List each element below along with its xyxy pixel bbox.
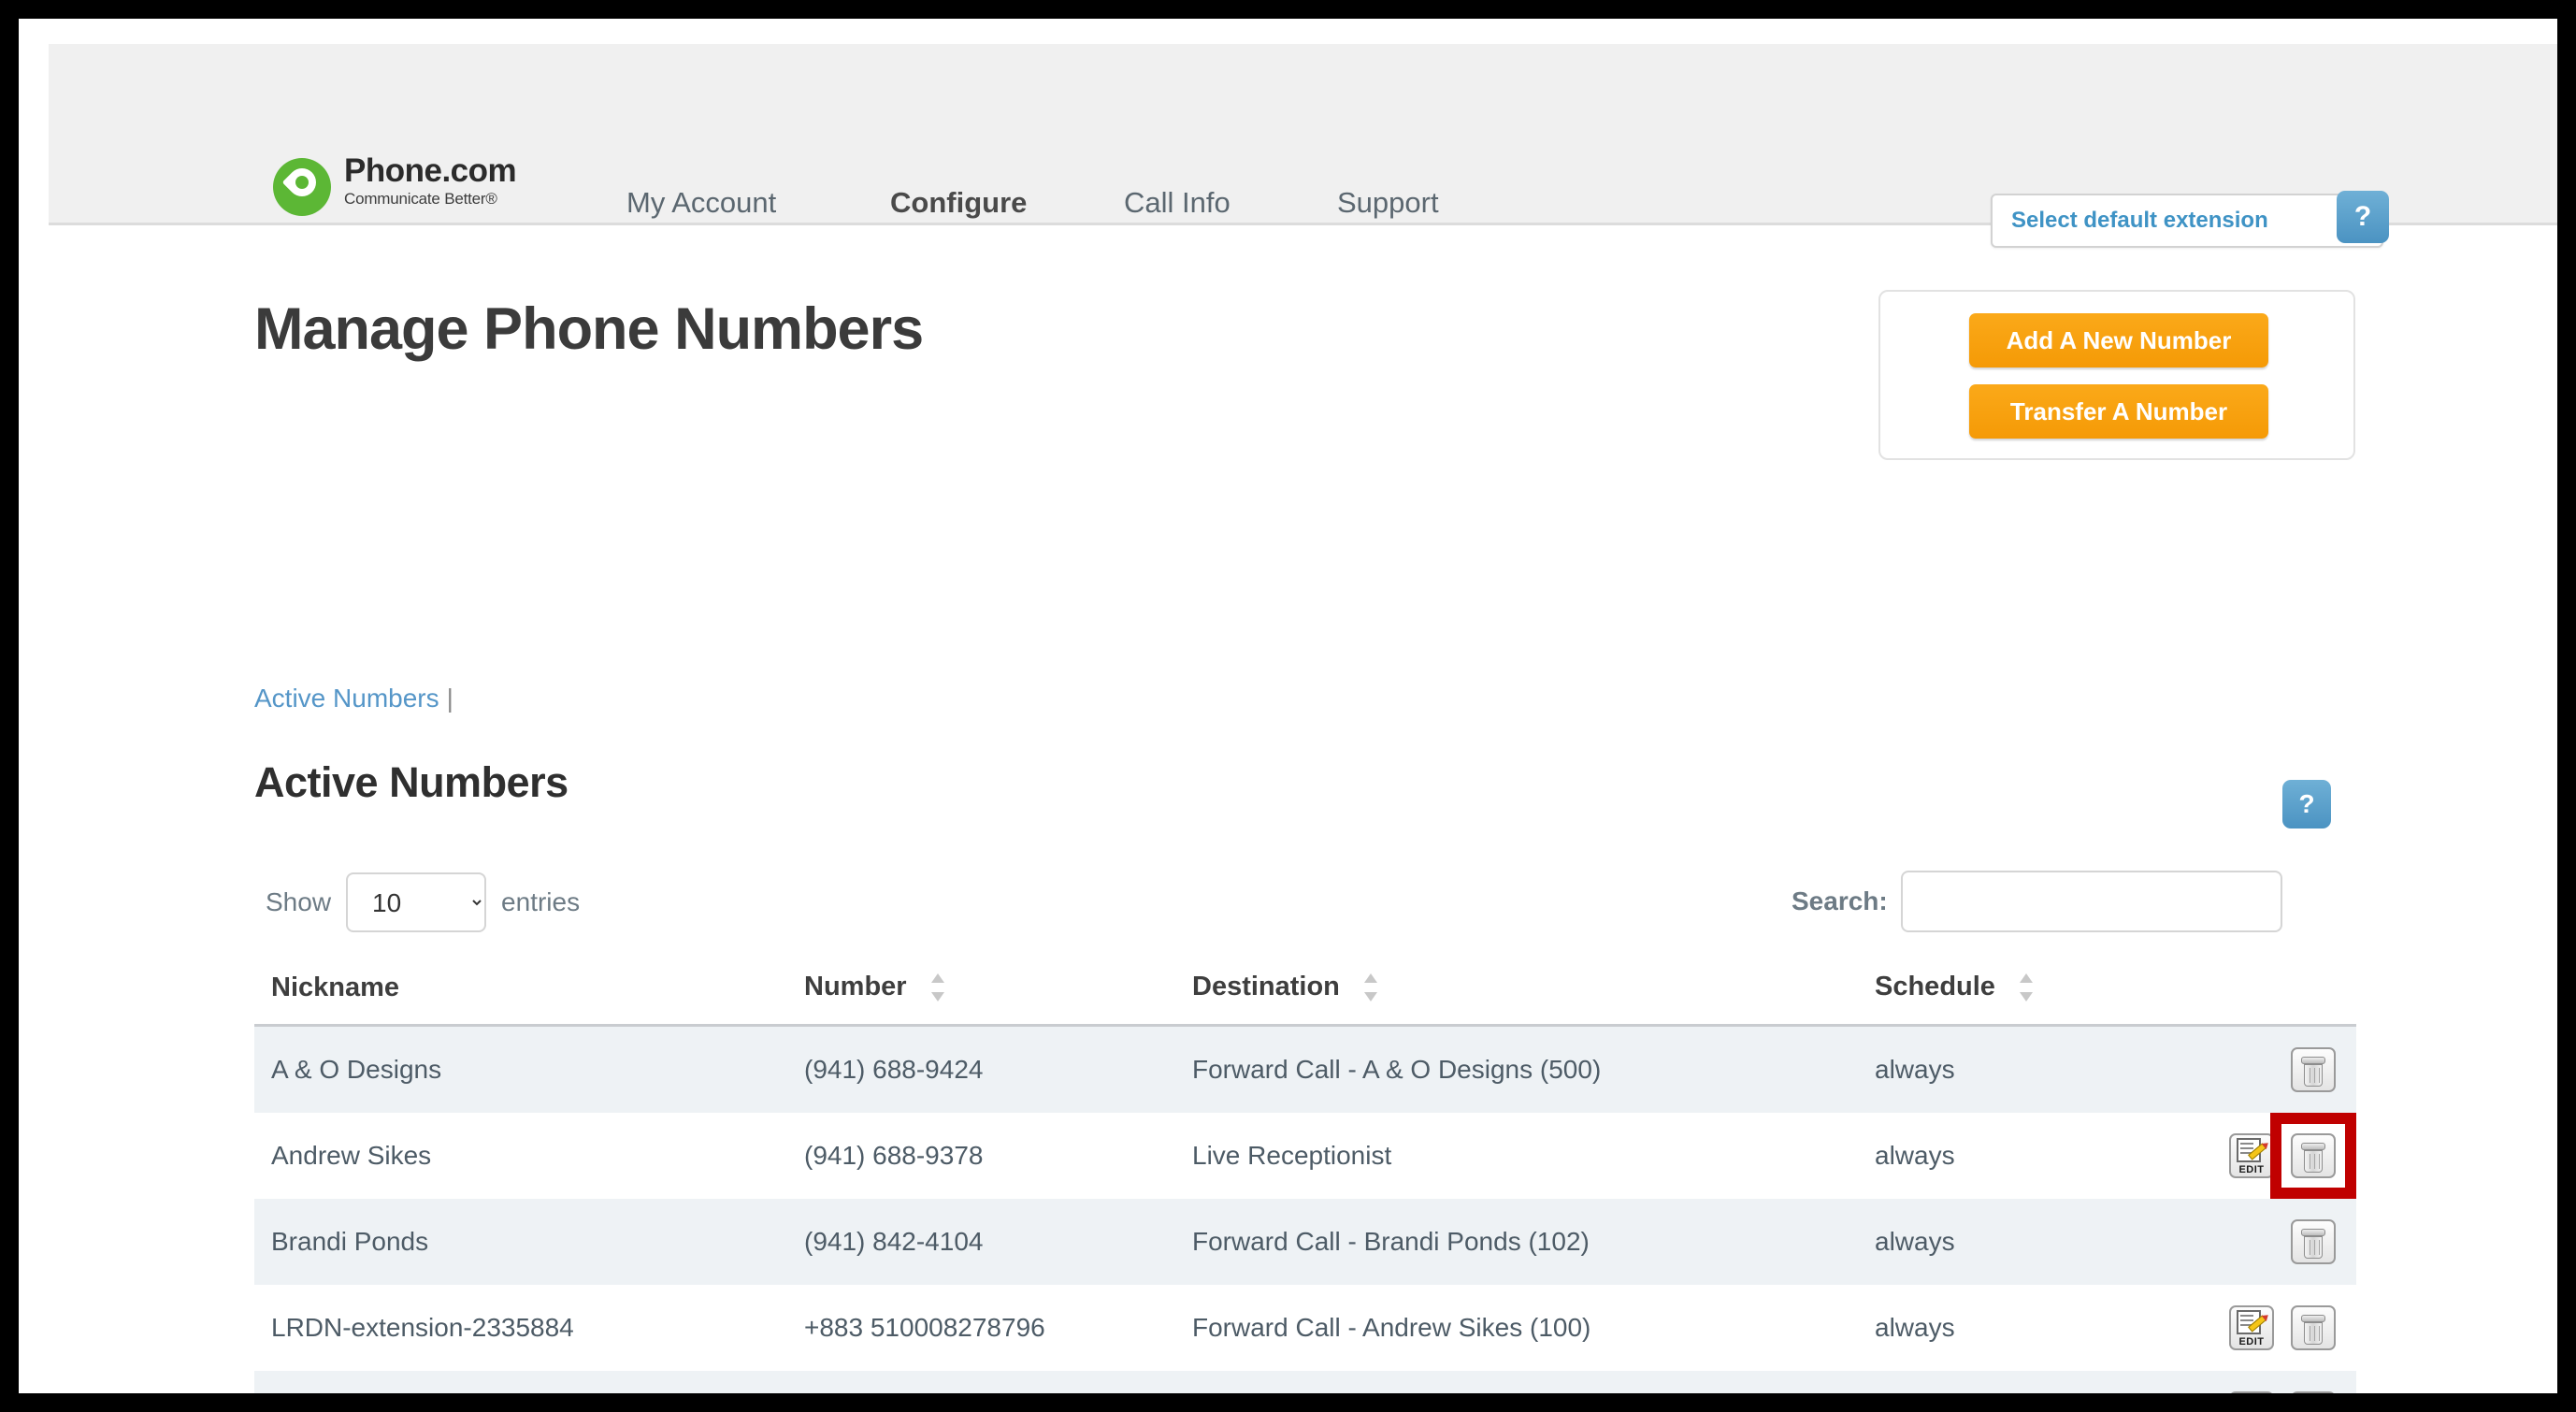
default-extension-selector[interactable]: Select default extension ? (1991, 191, 2389, 248)
table-body: A & O Designs (941) 688-9424 Forward Call … (254, 1025, 2356, 1393)
nav-item-my-account[interactable]: My Account (626, 186, 776, 220)
cell-number: (941) 688-9424 (804, 1055, 984, 1085)
column-label-schedule: Schedule (1875, 972, 1995, 1001)
default-extension-label: Select default extension (2011, 208, 2268, 233)
section-help-icon[interactable]: ? (2282, 780, 2331, 828)
delete-button[interactable] (2291, 1133, 2336, 1179)
table-header: Nickname Number Destination Schedule (254, 964, 2356, 1028)
cell-schedule: always (1875, 1313, 1955, 1343)
nav-item-call-info[interactable]: Call Info (1124, 186, 1230, 220)
cell-actions (2138, 1199, 2356, 1285)
cell-actions (2138, 1026, 2356, 1114)
cell-schedule: always (1875, 1055, 1955, 1085)
search-input[interactable] (1900, 871, 2282, 932)
edit-icon-label: EDIT (2238, 1336, 2265, 1348)
cell-number: +883 510008278796 (804, 1313, 1045, 1343)
trash-icon-body (2304, 1322, 2323, 1346)
trash-icon-body (2304, 1150, 2323, 1174)
entries-per-page-select[interactable]: 10 25 50 100 (346, 872, 487, 932)
cell-actions: EDIT (2138, 1113, 2356, 1199)
cell-nickname: Andrew Sikes (271, 1141, 432, 1171)
nav-item-support[interactable]: Support (1337, 186, 1439, 220)
breadcrumb: Active Numbers | (254, 684, 453, 713)
column-header-schedule[interactable]: Schedule (1858, 964, 2138, 1028)
number-actions-card: Add A New Number Transfer A Number (1878, 290, 2355, 460)
cell-nickname: Brandi Ponds (271, 1227, 429, 1257)
cell-destination: Leave Voicemail - Andrew Sikes (1175, 1371, 1858, 1393)
trash-icon-lid (2301, 1057, 2325, 1065)
delete-button[interactable] (2291, 1391, 2336, 1393)
cell-actions: EDIT (2138, 1285, 2356, 1371)
phone-com-logo[interactable]: Phone.com Communicate Better® (273, 152, 517, 216)
column-header-destination[interactable]: Destination (1175, 964, 1858, 1028)
cell-destination: Live Receptionist (1192, 1141, 1392, 1171)
cell-actions: EDIT (2138, 1371, 2356, 1393)
cell-destination: Forward Call - Andrew Sikes (100) (1192, 1313, 1591, 1343)
table-header-row: Nickname Number Destination Schedule (254, 964, 2356, 1028)
trash-icon-body (2304, 1236, 2323, 1260)
trash-icon-body (2304, 1064, 2323, 1088)
logo-name: Phone.com (344, 152, 517, 189)
sort-arrows-icon[interactable] (930, 972, 944, 1003)
column-header-nickname[interactable]: Nickname (254, 964, 787, 1028)
add-a-new-number-button[interactable]: Add A New Number (1969, 313, 2268, 367)
edit-button[interactable]: EDIT (2229, 1305, 2274, 1351)
sort-arrows-icon[interactable] (2020, 972, 2033, 1003)
logo-wordmark: Phone.com Communicate Better® (344, 152, 517, 208)
edit-button[interactable]: EDIT (2229, 1133, 2274, 1179)
delete-button[interactable] (2291, 1305, 2336, 1351)
table-row: Brandi Ponds (941) 842-4104 Forward Call -… (254, 1199, 2356, 1286)
header-help-icon[interactable]: ? (2337, 191, 2389, 243)
delete-button[interactable] (2291, 1219, 2336, 1265)
search-label: Search: (1792, 886, 1888, 915)
cell-schedule: always (1875, 1227, 1955, 1257)
active-numbers-table: Nickname Number Destination Schedule A &… (254, 964, 2356, 1393)
phone-com-pin-icon (273, 158, 331, 216)
cell-number: +883 510008271737 (787, 1371, 1175, 1393)
table-length-control: Show 10 25 50 100 entries (266, 872, 580, 932)
trash-icon-lid (2301, 1315, 2325, 1323)
browser-page: Phone.com Communicate Better® My Account… (19, 19, 2557, 1393)
cell-number: (941) 842-4104 (804, 1227, 984, 1257)
page-title: Manage Phone Numbers (254, 296, 924, 362)
cell-destination: Forward Call - Brandi Ponds (102) (1192, 1227, 1590, 1257)
edit-icon-label: EDIT (2238, 1164, 2265, 1176)
entries-label: entries (501, 887, 581, 916)
cell-nickname: LRDN-voicemail-2335884 (254, 1371, 787, 1393)
cell-schedule: always (1875, 1141, 1955, 1171)
cell-nickname: A & O Designs (271, 1055, 442, 1085)
column-label-number: Number (804, 972, 907, 1001)
site-header: Phone.com Communicate Better® My Account… (49, 44, 2557, 248)
table-row: A & O Designs (941) 688-9424 Forward Call … (254, 1025, 2356, 1114)
show-label: Show (266, 887, 332, 916)
table-row: Andrew Sikes (941) 688-9378 Live Reception… (254, 1113, 2356, 1200)
edit-button[interactable]: EDIT (2229, 1391, 2274, 1393)
column-label-nickname: Nickname (271, 972, 400, 1002)
cell-destination: Forward Call - A & O Designs (500) (1192, 1055, 1602, 1085)
cell-number: (941) 688-9378 (804, 1141, 984, 1171)
column-header-actions (2138, 964, 2356, 1028)
nav-item-configure[interactable]: Configure (890, 186, 1027, 220)
transfer-a-number-button[interactable]: Transfer A Number (1969, 384, 2268, 439)
sort-arrows-icon[interactable] (1363, 972, 1377, 1003)
trash-icon-lid (2301, 1229, 2325, 1237)
section-title-active-numbers: Active Numbers (254, 758, 568, 806)
cell-nickname: LRDN-extension-2335884 (271, 1313, 574, 1343)
breadcrumb-separator: | (446, 684, 453, 713)
table-row: LRDN-voicemail-2335884+883 510008271737L… (254, 1371, 2356, 1393)
breadcrumb-item-active-numbers[interactable]: Active Numbers (254, 684, 439, 713)
column-header-number[interactable]: Number (787, 964, 1175, 1028)
column-label-destination: Destination (1192, 972, 1340, 1001)
table-row: LRDN-extension-2335884 +883 510008278796 F… (254, 1285, 2356, 1372)
table-search-control: Search: (1792, 871, 2282, 932)
cell-schedule: always (1858, 1371, 2138, 1393)
trash-icon-lid (2301, 1143, 2325, 1151)
logo-tagline: Communicate Better® (344, 190, 497, 208)
delete-button[interactable] (2291, 1047, 2336, 1093)
